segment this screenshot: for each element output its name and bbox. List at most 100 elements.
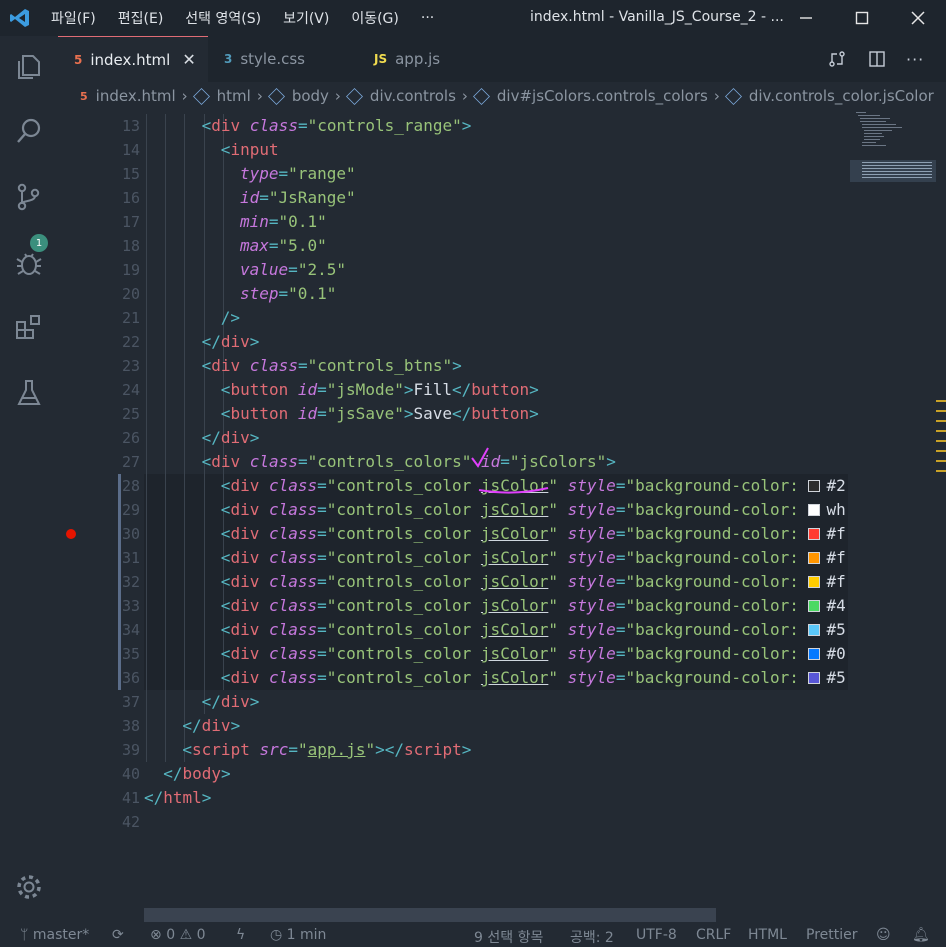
code-line[interactable]: <div class="controls_color jsColor" styl… (221, 618, 846, 642)
code-line[interactable]: <div class="controls_colors" id="jsColor… (202, 450, 616, 474)
tab-style-css[interactable]: 3 style.css (224, 36, 305, 82)
notifications-bell-icon[interactable]: 🔔︎ (912, 927, 930, 943)
tab-label: index.html (90, 50, 171, 69)
line-number: 23 (121, 357, 140, 375)
code-area[interactable]: <div class="controls_range"> <input type="… (144, 110, 848, 910)
code-line[interactable]: <div class="controls_color jsColor" styl… (221, 594, 846, 618)
maximize-button[interactable] (834, 0, 890, 36)
menu-edit[interactable]: 편집(E) (107, 8, 175, 28)
testing-flask-icon[interactable] (14, 378, 44, 408)
horizontal-scrollbar[interactable] (144, 908, 716, 922)
color-swatch[interactable] (808, 480, 821, 492)
code-line[interactable]: <div class="controls_color jsColor" styl… (221, 522, 846, 546)
code-line[interactable]: <div class="controls_color jsColor" styl… (221, 546, 846, 570)
color-swatch[interactable] (808, 552, 821, 564)
indent-guide (165, 114, 167, 762)
breadcrumb-item[interactable]: div#jsColors.controls_colors (472, 87, 708, 105)
time-status[interactable]: ◷ 1 min (270, 927, 326, 943)
minimap[interactable] (850, 110, 936, 910)
code-line[interactable]: <div class="controls_color jsColor" styl… (221, 474, 846, 498)
code-line[interactable]: min="0.1" (240, 210, 327, 234)
line-number: 20 (121, 285, 140, 303)
menu-file[interactable]: 파일(F) (40, 8, 107, 28)
color-swatch[interactable] (808, 600, 821, 612)
search-icon[interactable] (14, 116, 44, 146)
breadcrumb-item[interactable]: div.controls (345, 87, 456, 105)
more-actions-icon[interactable]: ··· (906, 50, 924, 69)
tab-app-js[interactable]: JS app.js (374, 36, 440, 82)
code-line[interactable]: </div> (182, 714, 240, 738)
encoding-status[interactable]: UTF-8 (636, 927, 677, 943)
code-line[interactable]: <div class="controls_color jsColor" styl… (221, 570, 846, 594)
extensions-icon[interactable] (14, 312, 44, 342)
color-swatch[interactable] (808, 528, 821, 540)
close-window-button[interactable] (890, 0, 946, 36)
breadcrumb-item[interactable]: body (267, 87, 329, 105)
vertical-scrollbar[interactable] (932, 110, 946, 910)
code-line[interactable]: <button id="jsSave">Save</button> (221, 402, 539, 426)
line-number: 14 (121, 141, 140, 159)
explorer-icon[interactable] (14, 52, 44, 82)
menu-view[interactable]: 보기(V) (272, 8, 340, 28)
code-line[interactable]: /> (221, 306, 240, 330)
color-swatch[interactable] (808, 576, 821, 588)
breadcrumb-item[interactable]: div.controls_color.jsColor (724, 87, 934, 105)
close-tab-icon[interactable]: ✕ (182, 50, 195, 69)
line-number: 27 (121, 453, 140, 471)
menu-selection[interactable]: 선택 영역(S) (174, 8, 272, 28)
code-line[interactable]: <div class="controls_color jsColor" styl… (221, 642, 846, 666)
color-swatch[interactable] (808, 624, 821, 636)
settings-gear-icon[interactable] (14, 872, 44, 902)
tab-label: style.css (240, 50, 305, 68)
color-swatch[interactable] (808, 648, 821, 660)
feedback-icon[interactable]: ☺ (876, 927, 891, 943)
code-line[interactable]: type="range" (240, 162, 356, 186)
line-number: 35 (121, 645, 140, 663)
line-number: 28 (121, 477, 140, 495)
code-line[interactable]: <div class="controls_color jsColor" styl… (221, 666, 846, 690)
code-line[interactable]: max="5.0" (240, 234, 327, 258)
code-line[interactable]: value="2.5" (240, 258, 346, 282)
selection-status[interactable]: 9 선택 항목 (474, 927, 543, 947)
code-editor[interactable]: 13 14 15 16 17 18 19 20 21 22 23 24 25 26 27 28 29 30 31 32… (58, 110, 932, 910)
breadcrumb-item[interactable]: html (192, 87, 251, 105)
code-line[interactable]: <div class="controls_range"> (202, 114, 472, 138)
tab-index-html[interactable]: 5 index.html ✕ (58, 36, 208, 82)
element-icon (724, 87, 742, 105)
split-editor-icon[interactable] (868, 50, 886, 68)
color-swatch[interactable] (808, 504, 821, 516)
eol-status[interactable]: CRLF (696, 927, 731, 943)
color-swatch[interactable] (808, 672, 821, 684)
code-line[interactable]: <div class="controls_color jsColor" styl… (221, 498, 846, 522)
line-number: 17 (121, 213, 140, 231)
code-line[interactable]: <input (221, 138, 279, 162)
breadcrumb-item[interactable]: 5 index.html (80, 87, 176, 105)
compare-changes-icon[interactable] (828, 50, 846, 68)
code-line[interactable]: </html> (144, 786, 211, 810)
lightning-icon[interactable]: ϟ (236, 927, 245, 943)
branch-status[interactable]: ᛘ master* (20, 927, 89, 943)
prettier-status[interactable]: Prettier (806, 927, 858, 943)
scrollbar-markers (936, 400, 946, 472)
menu-more[interactable]: ··· (410, 10, 445, 26)
language-status[interactable]: HTML (748, 927, 787, 943)
indentation-status[interactable]: 공백: 2 (570, 927, 614, 947)
code-line[interactable]: <script src="app.js"></script> (182, 738, 471, 762)
line-number: 22 (121, 333, 140, 351)
code-line[interactable]: id="JsRange" (240, 186, 356, 210)
code-line[interactable]: <button id="jsMode">Fill</button> (221, 378, 539, 402)
code-line[interactable]: </div> (202, 426, 260, 450)
code-line[interactable]: </div> (202, 330, 260, 354)
code-line[interactable]: step="0.1" (240, 282, 336, 306)
code-line[interactable]: </body> (163, 762, 230, 786)
problems-status[interactable]: ⊗ 0 ⚠ 0 (150, 927, 206, 943)
menu-go[interactable]: 이동(G) (340, 8, 410, 28)
modified-lines-indicator (118, 474, 121, 690)
code-line[interactable]: </div> (202, 690, 260, 714)
breakpoint-dot[interactable] (66, 529, 76, 539)
code-line[interactable]: <div class="controls_btns"> (202, 354, 462, 378)
minimize-button[interactable] (778, 0, 834, 36)
source-control-icon[interactable] (14, 182, 44, 212)
debug-icon[interactable] (14, 248, 44, 278)
sync-icon[interactable]: ⟳ (112, 927, 124, 943)
